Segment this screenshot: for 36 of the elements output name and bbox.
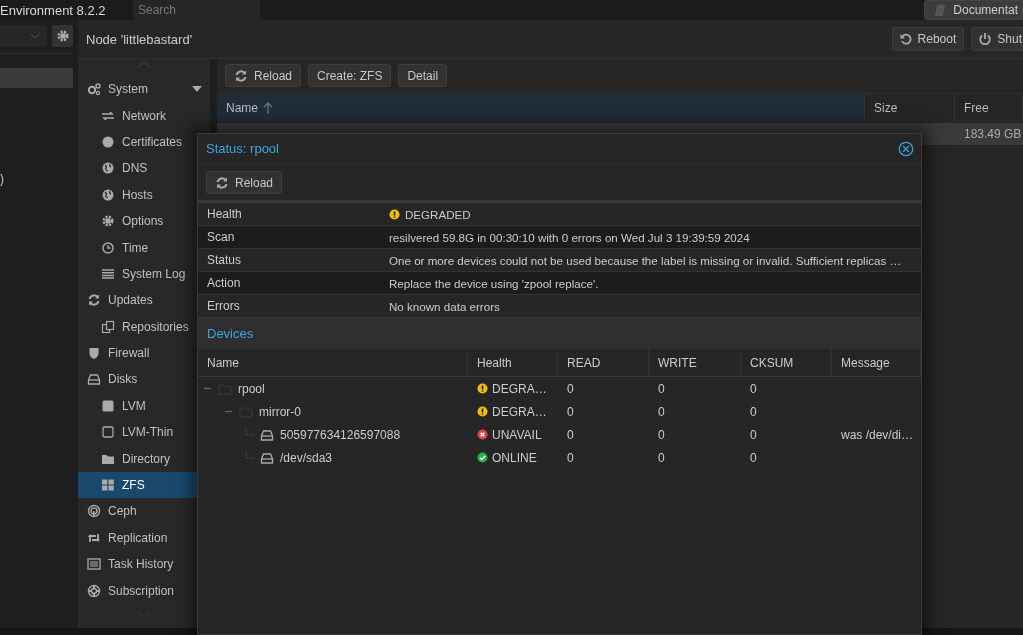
property-value: Replace the device using 'zpool replace'.: [389, 276, 599, 290]
device-name: mirror-0: [259, 404, 301, 419]
property-label: Health: [206, 207, 243, 221]
table-cell: 0: [750, 450, 757, 465]
property-label: Scan: [206, 230, 236, 244]
dialog-title: Status: rpool: [206, 141, 280, 156]
table-cell: 0: [658, 450, 665, 465]
property-value: One or more devices could not be used because the label is missing or invalid. Sufficient replicas …: [389, 253, 902, 267]
property-label: Action: [206, 276, 242, 290]
health-status: UNAVAIL: [492, 427, 542, 442]
property-value: No known data errors: [389, 299, 500, 313]
table-cell: was /dev/di…: [841, 427, 914, 442]
property-value: DEGRADED: [405, 207, 471, 221]
device-name: /dev/sda3: [280, 450, 333, 465]
table-cell: 0: [658, 427, 665, 442]
health-status: DEGRA…: [492, 404, 547, 419]
property-label: Errors: [206, 299, 241, 313]
device-name: rpool: [238, 381, 265, 396]
table-cell: 0: [567, 404, 574, 419]
table-cell: 0: [567, 381, 574, 396]
health-status: ONLINE: [492, 450, 537, 465]
table-cell: 183.49 GB: [964, 127, 1022, 141]
device-name: 505977634126597088: [280, 427, 401, 442]
table-cell: 0: [567, 427, 574, 442]
table-cell: 0: [750, 381, 757, 396]
app-title: Environment 8.2.2: [0, 2, 107, 18]
table-cell: 0: [567, 450, 574, 465]
table-cell: 0: [658, 381, 665, 396]
table-cell: 0: [750, 427, 757, 442]
property-value: resilvered 59.8G in 00:30:10 with 0 errors on Wed Jul 3 19:39:59 2024: [389, 230, 750, 244]
section-title: Devices: [207, 326, 254, 341]
table-cell: 0: [750, 404, 757, 419]
health-status: DEGRA…: [492, 381, 547, 396]
node-title: Node 'littlebastard': [86, 31, 194, 47]
table-cell: 0: [658, 404, 665, 419]
property-label: Status: [206, 253, 243, 267]
